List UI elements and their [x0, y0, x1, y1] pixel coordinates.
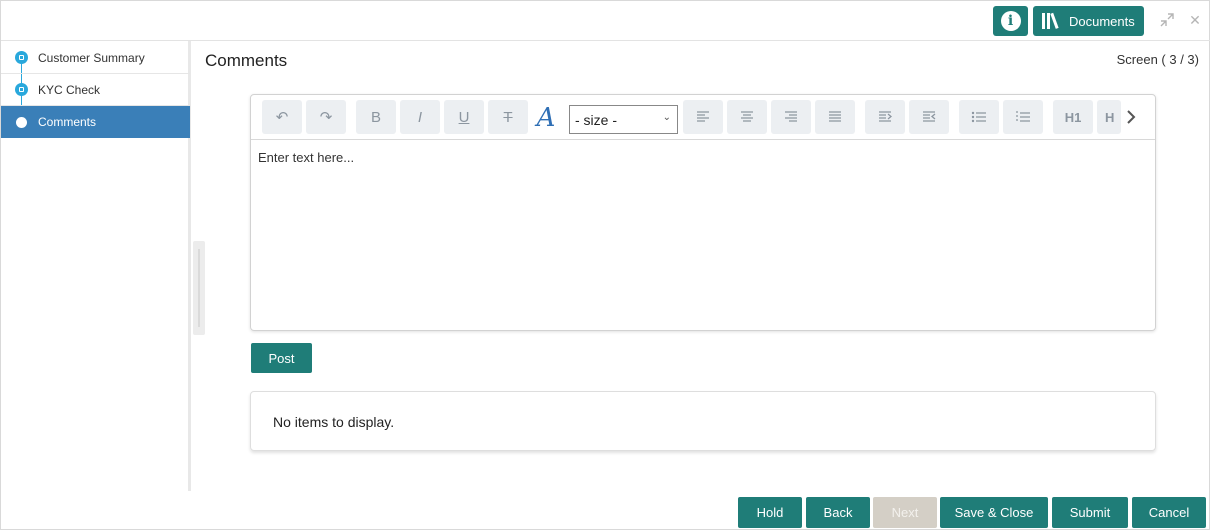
comments-list: No items to display. — [250, 391, 1156, 451]
chevron-right-icon[interactable] — [1121, 105, 1141, 129]
underline-button[interactable]: U — [444, 100, 484, 134]
indent-icon[interactable] — [865, 100, 905, 134]
info-icon: i — [1000, 11, 1021, 31]
strikethrough-button[interactable]: T — [488, 100, 528, 134]
close-icon[interactable]: ✕ — [1186, 11, 1204, 29]
outdent-icon[interactable] — [909, 100, 949, 134]
align-center-icon[interactable] — [727, 100, 767, 134]
save-close-button[interactable]: Save & Close — [940, 497, 1048, 528]
sidebar-item-kyc-check[interactable]: KYC Check — [1, 74, 190, 106]
sidebar-item-label: Customer Summary — [38, 50, 145, 65]
sidebar-resize-handle[interactable] — [193, 241, 205, 335]
minimize-icon[interactable] — [1158, 11, 1176, 29]
font-size-value: - size - — [575, 111, 617, 128]
back-button[interactable]: Back — [806, 497, 870, 528]
editor-toolbar: ↶ ↷ B I U T A - size - ⌄ H1 H — [251, 95, 1155, 140]
top-bar: i Documents ✕ — [1, 1, 1210, 41]
align-justify-icon[interactable] — [815, 100, 855, 134]
bullet-list-icon[interactable] — [959, 100, 999, 134]
empty-list-message: No items to display. — [273, 414, 395, 430]
screen-indicator: Screen ( 3 / 3) — [1116, 52, 1199, 67]
submit-button[interactable]: Submit — [1052, 497, 1128, 528]
heading2-button[interactable]: H — [1097, 100, 1121, 134]
numbered-list-icon[interactable] — [1003, 100, 1043, 134]
next-button[interactable]: Next — [873, 497, 937, 528]
step-completed-icon — [15, 51, 28, 64]
sidebar-item-comments[interactable]: Comments — [1, 106, 190, 138]
rich-text-editor: ↶ ↷ B I U T A - size - ⌄ H1 H Enter text… — [250, 94, 1156, 331]
page-title: Comments — [205, 51, 288, 70]
chevron-down-icon: ⌄ — [662, 112, 671, 123]
editor-input[interactable]: Enter text here... — [258, 150, 354, 165]
sidebar: Customer Summary KYC Check Comments — [1, 41, 191, 491]
sidebar-item-customer-summary[interactable]: Customer Summary — [1, 42, 190, 74]
step-completed-icon — [15, 83, 28, 96]
undo-icon[interactable]: ↶ — [262, 100, 302, 134]
align-right-icon[interactable] — [771, 100, 811, 134]
italic-button[interactable]: I — [400, 100, 440, 134]
documents-label: Documents — [1069, 13, 1135, 29]
post-button[interactable]: Post — [251, 343, 312, 373]
sidebar-item-label: Comments — [38, 115, 97, 129]
bold-button[interactable]: B — [356, 100, 396, 134]
app-window: i Documents ✕ Customer Summary KYC Check — [0, 0, 1210, 530]
info-button[interactable]: i — [993, 6, 1028, 36]
library-icon — [1042, 12, 1059, 29]
redo-icon[interactable]: ↷ — [306, 100, 346, 134]
hold-button[interactable]: Hold — [738, 497, 802, 528]
font-size-select[interactable]: - size - ⌄ — [569, 105, 678, 134]
step-active-icon — [16, 116, 27, 128]
align-left-icon[interactable] — [683, 100, 723, 134]
heading1-button[interactable]: H1 — [1053, 100, 1093, 134]
documents-button[interactable]: Documents — [1033, 6, 1144, 36]
font-color-icon[interactable]: A — [531, 102, 561, 134]
sidebar-item-label: KYC Check — [38, 82, 101, 97]
cancel-button[interactable]: Cancel — [1132, 497, 1206, 528]
